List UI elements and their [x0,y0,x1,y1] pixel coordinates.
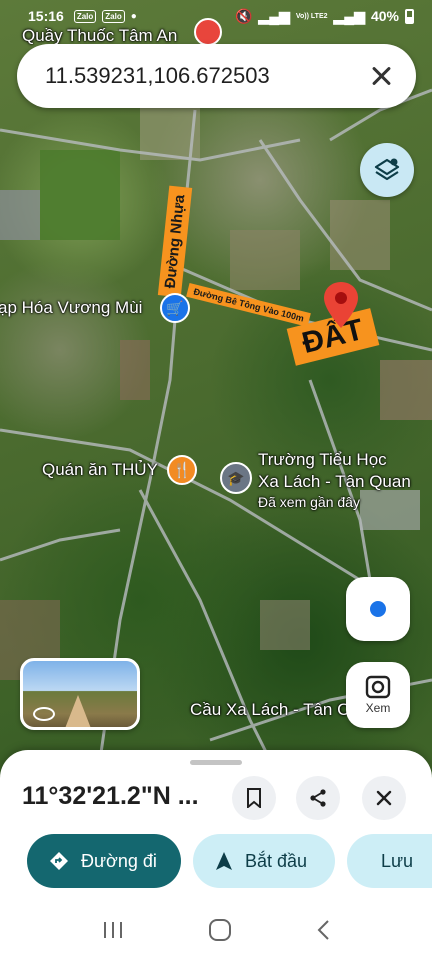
status-time: 15:16 [28,8,64,24]
back-icon[interactable] [316,919,330,941]
road-thumbnail-shape [64,695,92,727]
system-nav-bar [0,900,432,960]
directions-icon [50,852,68,870]
signal-icon: ▂▄▆ [258,7,290,24]
poi-store-label[interactable]: ạp Hóa Vương Mùi [0,298,142,318]
bookmark-button[interactable] [232,776,276,820]
street-view-icon [33,707,55,721]
save-button[interactable]: Lưu [347,834,432,888]
restaurant-icon[interactable]: 🍴 [167,455,197,485]
battery-percent: 40% [370,8,399,24]
bookmark-icon [247,788,261,808]
start-button[interactable]: Bắt đầu [193,834,335,888]
poi-bridge-label[interactable]: Cầu Xa Lách - Tân C [190,700,349,720]
close-sheet-button[interactable] [362,776,406,820]
poi-school-line2[interactable]: Xa Lách - Tân Quan [258,472,411,492]
drag-handle[interactable] [190,760,242,765]
signal-icon-2: ▂▄▆ [333,7,365,24]
directions-button[interactable]: Đường đi [27,834,181,888]
layers-button[interactable] [360,143,414,197]
poi-restaurant-label[interactable]: Quán ăn THỦY [42,460,158,480]
shopping-cart-icon[interactable]: 🛒 [160,293,190,323]
share-icon [310,789,326,807]
home-icon[interactable] [208,918,232,942]
directions-label: Đường đi [81,850,157,871]
place-title: 11°32'21.2"N ... [22,782,199,810]
save-label: Lưu [381,850,414,871]
school-icon[interactable]: 🎓 [220,462,252,494]
street-view-thumbnail[interactable] [20,658,140,730]
location-pin-icon[interactable] [324,282,358,328]
navigation-arrow-icon [216,852,232,870]
network-type: Vo)) LTE2 [295,12,328,20]
close-icon[interactable] [368,62,396,90]
zalo-icon: Zalo [73,9,97,23]
poi-school-note: Đã xem gần đây [258,494,360,510]
notification-dot-icon: ● [130,10,137,22]
status-right: 🔇 ▂▄▆ Vo)) LTE2 ▂▄▆ 40% [235,8,414,25]
status-bar: 15:16 Zalo Zalo ● 🔇 ▂▄▆ Vo)) LTE2 ▂▄▆ 40… [0,0,432,32]
search-bar[interactable]: 11.539231,106.672503 [17,44,416,108]
lens-icon [365,675,391,699]
lens-button[interactable]: Xem [346,662,410,728]
search-input[interactable]: 11.539231,106.672503 [45,63,368,89]
my-location-icon [370,601,386,617]
start-label: Bắt đầu [245,850,308,871]
lens-label: Xem [365,701,391,715]
recent-apps-icon[interactable] [102,920,124,940]
mute-icon: 🔇 [234,7,253,24]
poi-school-line1[interactable]: Trường Tiểu Học [258,450,387,470]
share-button[interactable] [296,776,340,820]
my-location-button[interactable] [346,577,410,641]
battery-icon [405,8,414,24]
close-icon [376,790,392,806]
zalo-icon-2: Zalo [102,9,125,23]
layers-icon [374,158,400,181]
